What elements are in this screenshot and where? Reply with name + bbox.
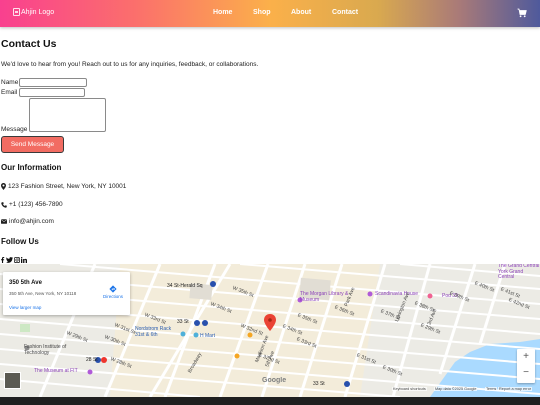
- map-label: 34 St-Herald Sq: [167, 283, 203, 289]
- map-label: 33 St: [177, 319, 189, 325]
- site-header: Ahjin Logo Home Shop About Contact: [0, 0, 540, 27]
- info-phone: +1 (123) 456-7890: [1, 201, 63, 208]
- map-label: Nordstrom Rack 31st & 6th: [135, 326, 172, 338]
- keyboard-shortcuts-link[interactable]: Keyboard shortcuts: [392, 387, 427, 391]
- map-label: Scandinavia House: [375, 291, 419, 297]
- intro-text: We'd love to hear from you! Reach out to…: [1, 61, 259, 68]
- page-title: Contact Us: [1, 38, 57, 50]
- social-links: [0, 257, 27, 263]
- follow-heading: Follow Us: [1, 237, 39, 246]
- terms-link[interactable]: Terms: [485, 387, 498, 391]
- nav-link-shop[interactable]: Shop: [253, 9, 271, 16]
- message-textarea[interactable]: [29, 98, 106, 132]
- map-label: Fashion Institute of Technology: [24, 344, 67, 356]
- nav-link-contact[interactable]: Contact: [332, 9, 358, 16]
- report-map-error-link[interactable]: Report a map error: [498, 387, 533, 391]
- info-email: info@ahjin.com: [1, 218, 54, 225]
- message-label: Message: [1, 126, 28, 133]
- zoom-controls: + −: [517, 349, 535, 383]
- email-text: info@ahjin.com: [9, 218, 54, 225]
- twitter-icon[interactable]: [6, 257, 13, 263]
- email-input[interactable]: [19, 88, 85, 97]
- nav-link-about[interactable]: About: [291, 9, 311, 16]
- envelope-icon: [1, 219, 7, 224]
- name-input[interactable]: [19, 78, 87, 87]
- phone-icon: [1, 201, 7, 208]
- send-message-button[interactable]: Send Message: [1, 136, 64, 153]
- phone-text: +1 (123) 456-7890: [9, 201, 63, 208]
- place-address: 350 5th Ave, New York, NY 10118: [9, 291, 77, 296]
- directions-icon[interactable]: [109, 285, 117, 293]
- map-label: The Museum at FIT: [34, 368, 78, 374]
- map-marker-icon: [1, 183, 6, 190]
- google-logo: Google: [262, 377, 287, 384]
- facebook-icon[interactable]: [0, 257, 5, 263]
- map-data-attribution: Map data ©2025 Google: [434, 387, 478, 391]
- footer-bar: [0, 397, 540, 405]
- cart-icon[interactable]: [517, 8, 527, 18]
- zoom-out-button[interactable]: −: [517, 367, 535, 378]
- name-label: Name: [1, 79, 19, 86]
- instagram-icon[interactable]: [14, 257, 20, 263]
- zoom-in-button[interactable]: +: [517, 351, 535, 362]
- satellite-toggle[interactable]: [4, 372, 21, 389]
- email-label: Email: [1, 89, 18, 96]
- nav-link-home[interactable]: Home: [213, 9, 232, 16]
- address-text: 123 Fashion Street, New York, NY 10001: [8, 183, 127, 190]
- map-label: 33 St: [313, 381, 325, 387]
- place-card: 350 5th Ave 350 5th Ave, New York, NY 10…: [3, 272, 130, 315]
- linkedin-icon[interactable]: [21, 257, 27, 263]
- map-label: The Grand Central York Grand Central: [498, 264, 540, 280]
- place-title: 350 5th Ave: [9, 280, 42, 286]
- info-address: 123 Fashion Street, New York, NY 10001: [1, 183, 126, 190]
- map-label: 28 St: [86, 357, 98, 363]
- directions-link[interactable]: Directions: [103, 294, 123, 299]
- main-nav: Home Shop About Contact: [0, 9, 540, 19]
- embedded-map[interactable]: 34 St-Herald Sq The Morgan Library & Mus…: [0, 264, 540, 397]
- info-heading: Our Information: [1, 163, 62, 172]
- map-label: H Mart: [200, 333, 215, 339]
- view-larger-map-link[interactable]: View larger map: [9, 305, 41, 310]
